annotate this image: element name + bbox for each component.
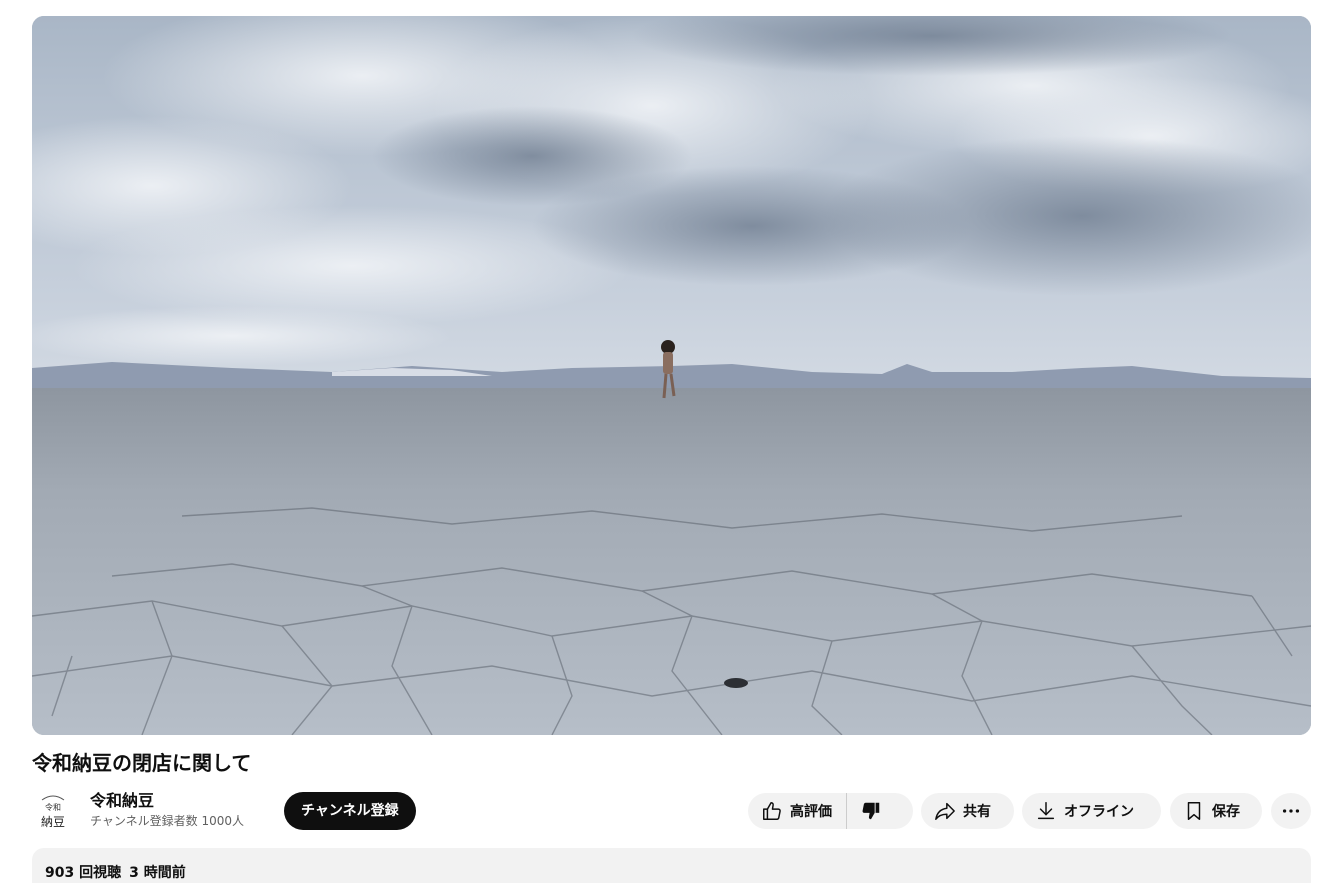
channel-avatar[interactable]: 令和 納豆 <box>32 790 74 832</box>
share-button[interactable]: 共有 <box>921 793 1014 829</box>
download-button[interactable]: オフライン <box>1022 793 1161 829</box>
like-button[interactable]: 高評価 <box>748 793 847 829</box>
channel-info: 令和納豆 チャンネル登録者数 1000人 <box>90 790 244 830</box>
save-button[interactable]: 保存 <box>1170 793 1262 829</box>
owner-row: 令和 納豆 令和納豆 チャンネル登録者数 1000人 チャンネル登録 高評価 共… <box>32 788 1311 834</box>
view-count: 903 回視聴 <box>45 865 122 881</box>
dislike-button[interactable] <box>847 793 897 829</box>
thumbs-up-icon <box>760 799 784 823</box>
download-label: オフライン <box>1064 804 1134 820</box>
publish-date: 3 時間前 <box>129 865 186 881</box>
like-label: 高評価 <box>790 804 832 820</box>
thumbs-down-icon <box>859 799 883 823</box>
channel-name[interactable]: 令和納豆 <box>90 790 244 812</box>
bookmark-icon <box>1182 799 1206 823</box>
video-title: 令和納豆の閉店に関して <box>32 751 252 775</box>
avatar-text-top: 令和 <box>45 802 61 812</box>
description-box[interactable]: 903 回視聴 3 時間前 <box>32 848 1311 883</box>
more-horizontal-icon <box>1279 799 1303 823</box>
subscribe-button[interactable]: チャンネル登録 <box>284 792 416 830</box>
share-icon <box>933 799 957 823</box>
avatar-text-bottom: 納豆 <box>41 815 65 829</box>
video-frame <box>32 16 1311 735</box>
description-meta: 903 回視聴 3 時間前 <box>45 863 186 883</box>
save-label: 保存 <box>1212 804 1240 820</box>
more-actions-button[interactable] <box>1271 793 1311 829</box>
watch-page: 令和納豆の閉店に関して 令和 納豆 令和納豆 チャンネル登録者数 1000人 チ… <box>0 0 1333 883</box>
video-player[interactable] <box>32 16 1311 735</box>
like-dislike-group: 高評価 <box>748 793 913 829</box>
download-icon <box>1034 799 1058 823</box>
share-label: 共有 <box>963 804 991 820</box>
subscriber-count: チャンネル登録者数 1000人 <box>90 814 244 828</box>
